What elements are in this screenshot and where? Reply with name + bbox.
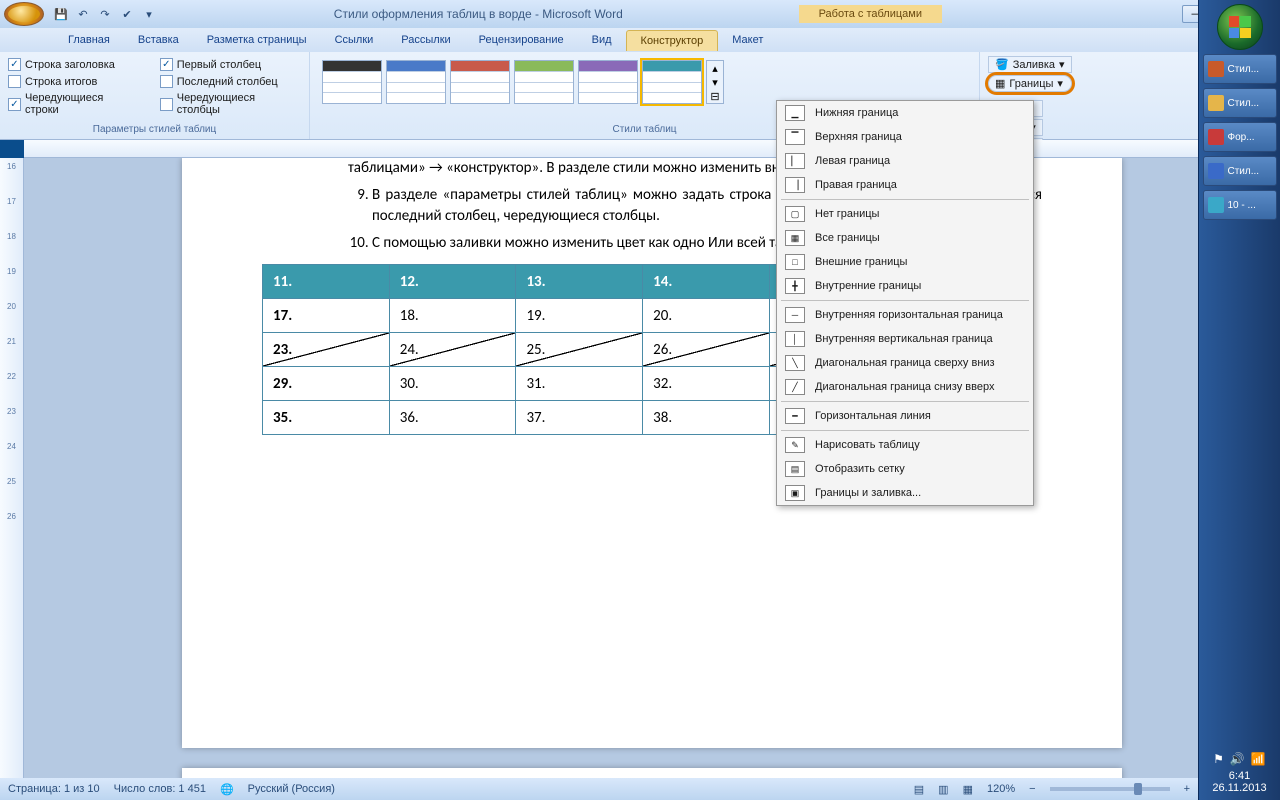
status-zoom[interactable]: 120% bbox=[987, 783, 1015, 795]
gallery-up-icon: ▴ bbox=[707, 61, 723, 75]
tray-time[interactable]: 6:41 bbox=[1212, 770, 1266, 782]
ribbon: ✓Строка заголовка Строка итогов ✓Чередую… bbox=[0, 52, 1280, 140]
checkbox-first-column[interactable]: ✓Первый столбец bbox=[160, 58, 301, 71]
style-thumb-3[interactable] bbox=[450, 60, 510, 104]
tab-home[interactable]: Главная bbox=[54, 30, 124, 50]
menu-inside-borders[interactable]: ╋Внутренние границы bbox=[777, 274, 1033, 298]
status-language[interactable]: Русский (Россия) bbox=[248, 783, 335, 795]
vertical-ruler[interactable]: 1617181920212223242526 bbox=[0, 158, 24, 784]
style-thumb-1[interactable] bbox=[322, 60, 382, 104]
menu-outside-borders[interactable]: □Внешние границы bbox=[777, 250, 1033, 274]
tray-network-icon[interactable]: 📶 bbox=[1251, 752, 1266, 766]
page-container: таблицами» → «конструктор». В разделе ст… bbox=[24, 158, 1280, 784]
style-thumb-2[interactable] bbox=[386, 60, 446, 104]
document-area: 1617181920212223242526 таблицами» → «кон… bbox=[0, 158, 1280, 784]
checkbox-header-row[interactable]: ✓Строка заголовка bbox=[8, 58, 140, 71]
tray-date[interactable]: 26.11.2013 bbox=[1212, 782, 1266, 794]
checkbox-total-row[interactable]: Строка итогов bbox=[8, 75, 140, 88]
system-tray: ⚑ 🔊 📶 6:41 26.11.2013 bbox=[1212, 746, 1266, 800]
menu-bottom-border[interactable]: ▁Нижняя граница bbox=[777, 101, 1033, 125]
style-thumb-5[interactable] bbox=[578, 60, 638, 104]
tab-insert[interactable]: Вставка bbox=[124, 30, 193, 50]
save-icon[interactable]: 💾 bbox=[52, 5, 70, 23]
borders-menu: ▁Нижняя граница ▔Верхняя граница ▏Левая … bbox=[776, 100, 1034, 506]
taskbar-item-2[interactable]: Стил... bbox=[1203, 88, 1277, 118]
checkbox-last-column[interactable]: Последний столбец bbox=[160, 75, 301, 88]
redo-icon[interactable]: ↷ bbox=[96, 5, 114, 23]
zoom-out-icon[interactable]: − bbox=[1029, 783, 1035, 795]
qat-more-icon[interactable]: ▾ bbox=[140, 5, 158, 23]
tab-mailings[interactable]: Рассылки bbox=[387, 30, 464, 50]
menu-borders-and-shading[interactable]: ▣Границы и заливка... bbox=[777, 481, 1033, 505]
status-page[interactable]: Страница: 1 из 10 bbox=[8, 783, 100, 795]
checkbox-banded-columns[interactable]: Чередующиеся столбцы bbox=[160, 92, 301, 116]
office-button[interactable] bbox=[4, 2, 44, 26]
status-words[interactable]: Число слов: 1 451 bbox=[114, 783, 206, 795]
gallery-down-icon: ▾ bbox=[707, 75, 723, 89]
spellcheck-icon[interactable]: ✔ bbox=[118, 5, 136, 23]
start-button[interactable] bbox=[1217, 4, 1263, 50]
checkbox-banded-rows[interactable]: ✓Чередующиеся строки bbox=[8, 92, 140, 116]
ribbon-tabs: Главная Вставка Разметка страницы Ссылки… bbox=[0, 28, 1280, 52]
doc-para-10: С помощью заливки можно изменить цвет ка… bbox=[372, 234, 828, 252]
chevron-down-icon: ▾ bbox=[1057, 77, 1063, 90]
zoom-in-icon[interactable]: + bbox=[1184, 783, 1190, 795]
menu-all-borders[interactable]: ▦Все границы bbox=[777, 226, 1033, 250]
view-reading-icon[interactable]: ▥ bbox=[938, 783, 948, 796]
style-thumb-6[interactable] bbox=[642, 60, 702, 104]
window-title: Стили оформления таблиц в ворде - Micros… bbox=[158, 7, 799, 21]
style-thumb-4[interactable] bbox=[514, 60, 574, 104]
menu-inside-vertical[interactable]: │Внутренняя вертикальная граница bbox=[777, 327, 1033, 351]
borders-dropdown[interactable]: ▦Границы▾ bbox=[988, 75, 1072, 92]
contextual-tab-label: Работа с таблицами bbox=[799, 5, 942, 23]
taskbar-item-5[interactable]: 10 - ... bbox=[1203, 190, 1277, 220]
menu-diagonal-down[interactable]: ╲Диагональная граница сверху вниз bbox=[777, 351, 1033, 375]
shading-dropdown[interactable]: 🪣Заливка▾ bbox=[988, 56, 1072, 73]
undo-icon[interactable]: ↶ bbox=[74, 5, 92, 23]
menu-top-border[interactable]: ▔Верхняя граница bbox=[777, 125, 1033, 149]
statusbar: Страница: 1 из 10 Число слов: 1 451 🌐 Ру… bbox=[0, 778, 1198, 800]
borders-icon: ▦ bbox=[995, 77, 1005, 90]
tab-pagelayout[interactable]: Разметка страницы bbox=[193, 30, 321, 50]
menu-diagonal-up[interactable]: ╱Диагональная граница снизу вверх bbox=[777, 375, 1033, 399]
view-print-layout-icon[interactable]: ▤ bbox=[914, 783, 924, 796]
tab-view[interactable]: Вид bbox=[578, 30, 626, 50]
language-icon: 🌐 bbox=[220, 783, 234, 796]
gallery-scroll[interactable]: ▴▾⊟ bbox=[706, 60, 724, 104]
gallery-expand-icon: ⊟ bbox=[707, 89, 723, 103]
tab-layout[interactable]: Макет bbox=[718, 30, 777, 50]
menu-no-border[interactable]: ▢Нет границы bbox=[777, 202, 1033, 226]
windows-taskbar: Стил... Стил... Фор... Стил... 10 - ... … bbox=[1198, 0, 1280, 800]
tab-review[interactable]: Рецензирование bbox=[465, 30, 578, 50]
menu-horizontal-line[interactable]: ━Горизонтальная линия bbox=[777, 404, 1033, 428]
tray-flag-icon[interactable]: ⚑ bbox=[1213, 752, 1224, 766]
taskbar-item-1[interactable]: Стил... bbox=[1203, 54, 1277, 84]
tray-volume-icon[interactable]: 🔊 bbox=[1230, 752, 1245, 766]
menu-draw-table[interactable]: ✎Нарисовать таблицу bbox=[777, 433, 1033, 457]
menu-inside-horizontal[interactable]: ─Внутренняя горизонтальная граница bbox=[777, 303, 1033, 327]
view-web-icon[interactable]: ▦ bbox=[963, 783, 973, 796]
menu-view-gridlines[interactable]: ▤Отобразить сетку bbox=[777, 457, 1033, 481]
taskbar-item-3[interactable]: Фор... bbox=[1203, 122, 1277, 152]
menu-left-border[interactable]: ▏Левая граница bbox=[777, 149, 1033, 173]
quick-access-toolbar: 💾 ↶ ↷ ✔ ▾ bbox=[52, 5, 158, 23]
taskbar-item-4[interactable]: Стил... bbox=[1203, 156, 1277, 186]
tab-references[interactable]: Ссылки bbox=[321, 30, 388, 50]
menu-right-border[interactable]: ▕Правая граница bbox=[777, 173, 1033, 197]
tab-design[interactable]: Конструктор bbox=[626, 30, 719, 51]
titlebar: 💾 ↶ ↷ ✔ ▾ Стили оформления таблиц в ворд… bbox=[0, 0, 1280, 28]
zoom-slider[interactable] bbox=[1050, 787, 1170, 791]
group-label-table-style-options: Параметры стилей таблиц bbox=[8, 122, 301, 137]
